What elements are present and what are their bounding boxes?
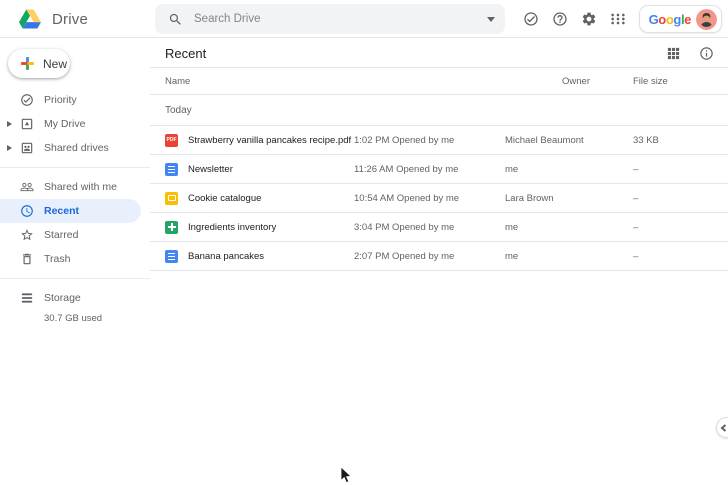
help-icon[interactable] bbox=[552, 11, 569, 28]
trash-icon bbox=[20, 252, 34, 266]
sidebar-divider bbox=[0, 278, 150, 279]
app-title: Drive bbox=[52, 11, 88, 28]
file-size: – bbox=[633, 164, 713, 175]
search-input[interactable] bbox=[194, 13, 481, 25]
google-wordmark: Google bbox=[649, 13, 691, 26]
sidebar-item-storage[interactable]: Storage bbox=[0, 286, 141, 310]
sidebar-item-shared-with-me[interactable]: Shared with me bbox=[0, 175, 141, 199]
file-name: Banana pancakes bbox=[188, 251, 354, 262]
sidebar-nav: Priority My Drive Shared drives bbox=[0, 88, 150, 324]
sidebar-item-label: Shared with me bbox=[44, 181, 117, 193]
sidebar-item-label: My Drive bbox=[44, 118, 85, 130]
file-activity: 10:54 AM Opened by me bbox=[354, 193, 505, 204]
column-header-owner[interactable]: Owner bbox=[505, 76, 633, 87]
file-owner: Lara Brown bbox=[505, 193, 633, 204]
top-bar: Drive Google bbox=[0, 0, 728, 38]
search-options-caret-icon[interactable] bbox=[487, 17, 495, 22]
search-icon bbox=[168, 12, 183, 27]
sidebar-item-label: Priority bbox=[44, 94, 77, 106]
storage-icon bbox=[20, 291, 34, 305]
file-activity: 2:07 PM Opened by me bbox=[354, 251, 505, 262]
file-name: Cookie catalogue bbox=[188, 193, 354, 204]
sidebar-item-priority[interactable]: Priority bbox=[0, 88, 141, 112]
offline-status-icon[interactable] bbox=[523, 11, 540, 28]
sidebar-item-recent[interactable]: Recent bbox=[0, 199, 141, 223]
file-owner: Michael Beaumont bbox=[505, 135, 633, 146]
sidebar-divider bbox=[0, 167, 150, 168]
file-activity: 1:02 PM Opened by me bbox=[354, 135, 505, 146]
main-content: Recent Name Owner File size Today PDF St… bbox=[150, 39, 728, 485]
file-type-icon bbox=[165, 250, 178, 263]
google-apps-grid-icon[interactable] bbox=[610, 11, 627, 28]
column-header-name[interactable]: Name bbox=[165, 76, 505, 87]
file-row[interactable]: Cookie catalogue 10:54 AM Opened by me L… bbox=[150, 184, 728, 213]
sidebar-item-label: Starred bbox=[44, 229, 78, 241]
file-name: Newsletter bbox=[188, 164, 354, 175]
sidebar-item-trash[interactable]: Trash bbox=[0, 247, 141, 271]
file-activity: 11:26 AM Opened by me bbox=[354, 164, 505, 175]
sidebar-item-label: Trash bbox=[44, 253, 70, 265]
sidebar-item-my-drive[interactable]: My Drive bbox=[0, 112, 141, 136]
file-size: – bbox=[633, 193, 713, 204]
file-list: PDF Strawberry vanilla pancakes recipe.p… bbox=[150, 126, 728, 271]
file-size: – bbox=[633, 251, 713, 262]
expand-chevron-icon[interactable] bbox=[7, 121, 12, 127]
sidebar-item-label: Storage bbox=[44, 292, 81, 304]
user-avatar[interactable] bbox=[696, 9, 717, 30]
file-type-icon bbox=[165, 163, 178, 176]
file-row[interactable]: Banana pancakes 2:07 PM Opened by me me … bbox=[150, 242, 728, 271]
sidebar-item-shared-drives[interactable]: Shared drives bbox=[0, 136, 141, 160]
file-owner: me bbox=[505, 164, 633, 175]
file-owner: me bbox=[505, 222, 633, 233]
search-bar[interactable] bbox=[155, 4, 505, 34]
file-size: 33 KB bbox=[633, 135, 713, 146]
my-drive-icon bbox=[20, 117, 34, 131]
file-type-icon: PDF bbox=[165, 134, 178, 147]
file-type-icon bbox=[165, 221, 178, 234]
grid-view-icon[interactable] bbox=[665, 45, 681, 61]
file-activity: 3:04 PM Opened by me bbox=[354, 222, 505, 233]
new-button-label: New bbox=[43, 57, 67, 71]
sidebar-item-label: Shared drives bbox=[44, 142, 109, 154]
google-drive-app: Drive Google bbox=[0, 0, 728, 485]
file-name: Strawberry vanilla pancakes recipe.pdf bbox=[188, 135, 354, 146]
topbar-actions: Google bbox=[523, 0, 722, 38]
sidebar: New Priority My Drive Sha bbox=[0, 39, 150, 485]
shared-drives-icon bbox=[20, 141, 34, 155]
column-header-file-size[interactable]: File size bbox=[633, 76, 713, 87]
file-name: Ingredients inventory bbox=[188, 222, 354, 233]
info-icon[interactable] bbox=[698, 45, 714, 61]
new-button[interactable]: New bbox=[8, 49, 70, 78]
drive-brand[interactable]: Drive bbox=[19, 0, 88, 38]
file-size: – bbox=[633, 222, 713, 233]
chevron-left-icon bbox=[720, 424, 728, 432]
priority-icon bbox=[20, 93, 34, 107]
recent-clock-icon bbox=[20, 204, 34, 218]
google-account-pill[interactable]: Google bbox=[639, 5, 722, 33]
shared-with-me-icon bbox=[20, 180, 34, 194]
file-row[interactable]: PDF Strawberry vanilla pancakes recipe.p… bbox=[150, 126, 728, 155]
main-header: Recent bbox=[150, 39, 728, 68]
file-type-icon bbox=[165, 192, 178, 205]
table-header: Name Owner File size bbox=[150, 68, 728, 95]
sidebar-item-starred[interactable]: Starred bbox=[0, 223, 141, 247]
section-label-today: Today bbox=[150, 95, 728, 126]
file-owner: me bbox=[505, 251, 633, 262]
file-row[interactable]: Ingredients inventory 3:04 PM Opened by … bbox=[150, 213, 728, 242]
expand-chevron-icon[interactable] bbox=[7, 145, 12, 151]
sidebar-item-label: Recent bbox=[44, 205, 79, 217]
storage-usage-text: 30.7 GB used bbox=[0, 313, 150, 324]
file-row[interactable]: Newsletter 11:26 AM Opened by me me – bbox=[150, 155, 728, 184]
settings-gear-icon[interactable] bbox=[581, 11, 598, 28]
star-icon bbox=[20, 228, 34, 242]
drive-logo-icon bbox=[19, 9, 41, 29]
page-title: Recent bbox=[165, 46, 648, 61]
plus-icon bbox=[19, 55, 36, 72]
